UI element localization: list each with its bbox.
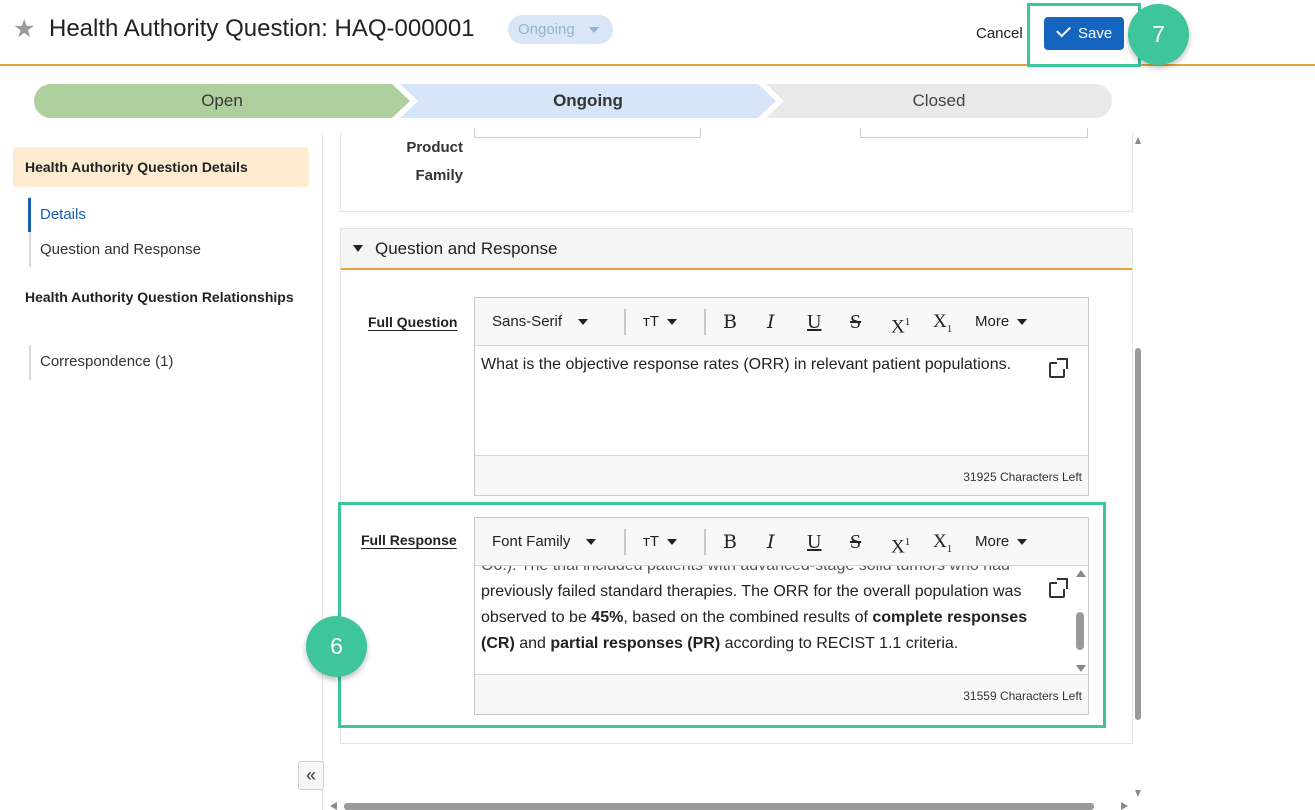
favorite-star-icon[interactable]: ★ [13, 14, 35, 44]
superscript-mark: 1 [904, 316, 911, 328]
font-size-icon: ᴛT [643, 313, 660, 330]
more-label: More [975, 313, 1010, 330]
step-badge-6: 6 [306, 616, 367, 677]
chevron-down-icon [667, 319, 678, 326]
nav-section-details[interactable]: Health Authority Question Details [13, 147, 309, 187]
chevron-down-icon [1017, 319, 1028, 326]
subscript-base: X [933, 311, 947, 332]
status-dropdown[interactable]: Ongoing [508, 15, 613, 44]
font-family-dropdown[interactable]: Sans-Serif [492, 298, 589, 346]
step-badge-7: 7 [1128, 4, 1189, 65]
left-navigation [0, 132, 323, 810]
page-vertical-scrollbar[interactable] [1135, 348, 1141, 720]
expand-editor-icon[interactable] [1049, 358, 1068, 378]
collapse-caret-icon[interactable] [353, 245, 363, 252]
chevron-down-icon [578, 319, 589, 326]
cancel-button[interactable]: Cancel [976, 25, 1023, 42]
toolbar-divider [704, 309, 706, 335]
save-label: Save [1078, 25, 1113, 42]
superscript-icon[interactable]: X1 [891, 298, 910, 346]
stage-open[interactable]: Open [34, 84, 410, 118]
status-value: Ongoing [518, 21, 575, 38]
section-title: Question and Response [375, 239, 558, 258]
stage-closed[interactable]: Closed [766, 84, 1112, 118]
font-family-value: Sans-Serif [492, 313, 563, 330]
nav-section-relationships[interactable]: Health Authority Question Relationships [25, 289, 295, 306]
editor-toolbar: Sans-Serif ᴛT B I U S X1 X1 More [475, 298, 1088, 346]
nav-rail [29, 345, 31, 380]
strikethrough-icon[interactable]: S [850, 298, 861, 346]
more-dropdown[interactable]: More [975, 298, 1028, 346]
superscript-base: X [891, 316, 905, 338]
page-scroll-up-icon[interactable] [1135, 137, 1141, 144]
subscript-mark: 1 [946, 322, 953, 335]
toolbar-divider [624, 309, 626, 335]
full-question-text[interactable]: What is the objective response rates (OR… [475, 346, 1088, 456]
page-scroll-right-icon[interactable] [1121, 802, 1128, 810]
page-scroll-left-icon[interactable] [330, 802, 337, 810]
editor-footer: 31925 Characters Left [475, 455, 1088, 495]
stage-ongoing[interactable]: Ongoing [400, 84, 776, 118]
page-horizontal-scrollbar[interactable] [344, 803, 1094, 810]
chevron-down-icon [589, 27, 599, 33]
full-question-editor[interactable]: Sans-Serif ᴛT B I U S X1 X1 More What is… [474, 297, 1089, 496]
product-family-label: Product Family [403, 134, 463, 190]
collapse-sidebar-icon[interactable]: « [298, 761, 324, 790]
underline-icon[interactable]: U [807, 298, 821, 346]
product-family-label-line2: Family [415, 167, 463, 184]
characters-left: 31925 Characters Left [963, 470, 1082, 484]
adjacent-field[interactable] [860, 128, 1088, 138]
font-size-dropdown[interactable]: ᴛT [643, 298, 678, 346]
italic-icon[interactable]: I [767, 298, 775, 346]
nav-item-question-and-response[interactable]: Question and Response [40, 241, 201, 258]
nav-item-details[interactable]: Details [40, 206, 86, 223]
full-question-label: Full Question [368, 314, 458, 330]
bold-icon[interactable]: B [723, 298, 737, 346]
page-title: Health Authority Question: HAQ-000001 [49, 15, 475, 42]
nav-active-indicator [28, 198, 31, 232]
subscript-icon[interactable]: X1 [933, 298, 952, 346]
response-highlight-box [338, 502, 1106, 728]
nav-item-correspondence[interactable]: Correspondence (1) [40, 353, 173, 370]
save-button[interactable]: Save [1044, 17, 1124, 50]
product-family-field[interactable] [474, 128, 701, 138]
page-scroll-down-icon[interactable] [1135, 790, 1141, 797]
checkmark-icon [1056, 22, 1071, 38]
product-family-label-line1: Product [406, 139, 463, 156]
